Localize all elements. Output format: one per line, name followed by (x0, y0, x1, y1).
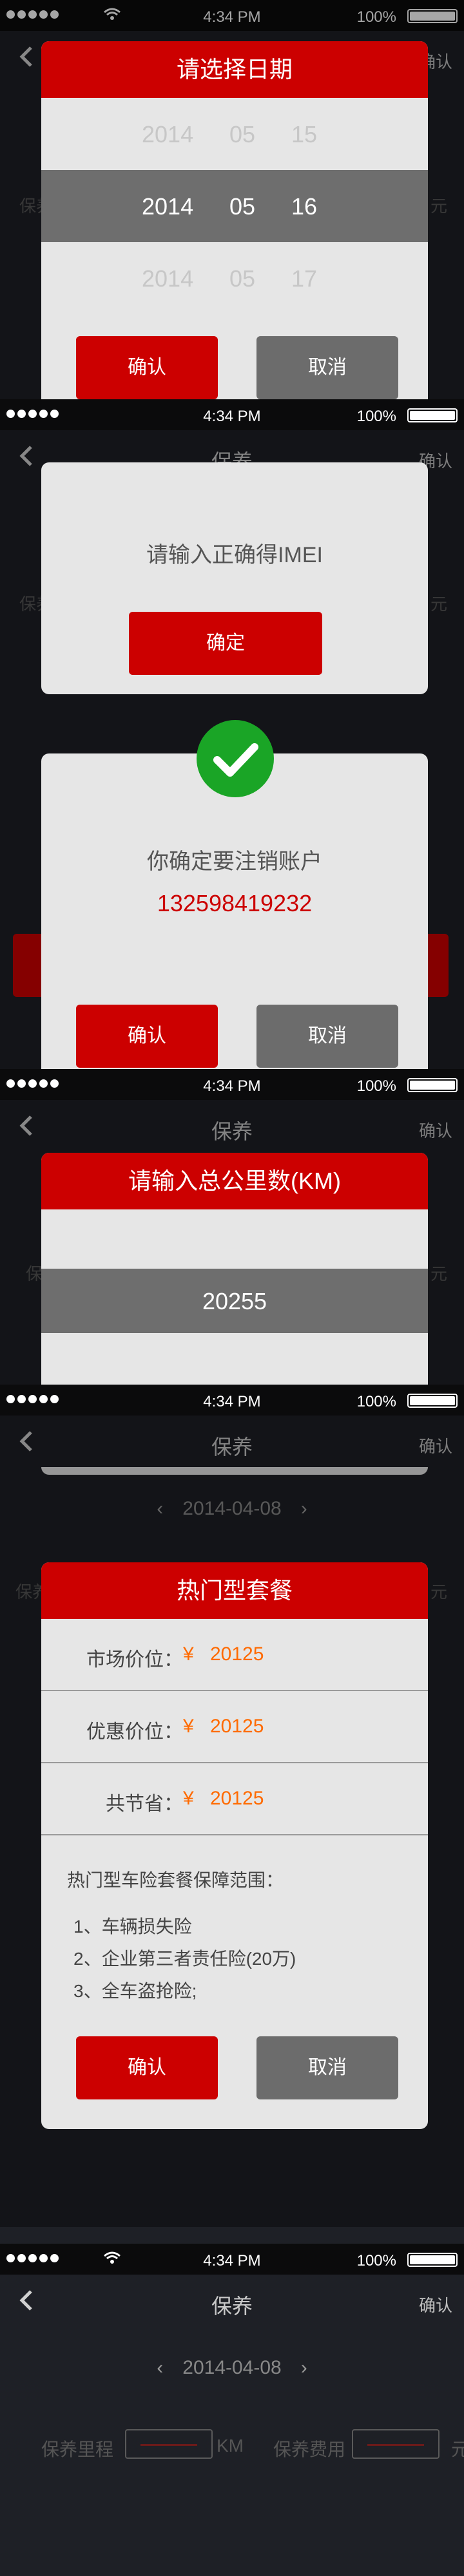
price-row: 优惠价位： ¥ 20125 (41, 1691, 428, 1763)
price-value: 20125 (210, 1643, 264, 1665)
confirm-button[interactable]: 确认 (76, 336, 218, 399)
battery-icon (407, 408, 458, 422)
dialog-title: 请输入总公里数(KM) (41, 1153, 428, 1209)
ok-button[interactable]: 确定 (129, 612, 322, 675)
nav-confirm-button[interactable]: 确认 (419, 2293, 452, 2316)
picker-row[interactable]: 2014 05 15 (41, 98, 428, 170)
imei-message: 请输入正确得IMEI (146, 543, 323, 567)
package-dialog: 热门型套餐 市场价位： ¥ 20125 优惠价位： ¥ 20125 共节省： ¥… (41, 1562, 428, 2129)
battery-icon (407, 2253, 458, 2267)
phone-number: 132598419232 (157, 890, 313, 916)
currency-symbol: ¥ (183, 1788, 194, 1809)
battery-text: 100% (356, 408, 396, 425)
battery-text: 100% (356, 2252, 396, 2269)
picker-year: 2014 (142, 265, 194, 292)
price-label: 共节省： (106, 1794, 183, 1815)
status-bar: 4:34 PM 100% (0, 399, 464, 430)
battery-text: 100% (356, 1077, 396, 1095)
date-selector[interactable]: ‹ 2014-04-08 › (0, 2357, 464, 2379)
picker-row[interactable]: 2014 05 17 (41, 242, 428, 314)
picker-row[interactable] (41, 1209, 428, 1269)
date-text: 2014-04-08 (182, 2357, 282, 2378)
prev-date-icon[interactable]: ‹ (157, 2357, 163, 2378)
imei-dialog: 请输入正确得IMEI 确定 (41, 462, 428, 694)
cost-input[interactable] (352, 2429, 440, 2459)
cancel-button[interactable]: 取消 (256, 2036, 398, 2099)
picker-year: 2014 (142, 121, 194, 147)
next-date-icon[interactable]: › (301, 2357, 307, 2378)
picker-day: 17 (291, 265, 318, 292)
confirm-button[interactable]: 确认 (76, 1005, 218, 1068)
picker-month: 05 (229, 193, 256, 220)
picker-month: 05 (229, 265, 256, 292)
scope-item: 2、企业第三者责任险(20万) (73, 1949, 296, 1969)
picker-month: 05 (229, 121, 256, 147)
mileage-unit: KM (217, 2436, 244, 2456)
cancel-button[interactable]: 取消 (256, 1005, 398, 1068)
picker-row-selected[interactable]: 2014 05 16 (41, 170, 428, 242)
cost-label: 保养费用 (273, 2439, 346, 2459)
status-bar: 4:34 PM 100% (0, 2244, 464, 2275)
mileage-value: 20255 (202, 1288, 267, 1314)
confirm-button[interactable]: 确认 (76, 2036, 218, 2099)
price-row: 共节省： ¥ 20125 (41, 1763, 428, 1835)
picker-day: 16 (291, 193, 318, 220)
status-bar: 4:34 PM 100% (0, 1069, 464, 1100)
price-row: 市场价位： ¥ 20125 (41, 1619, 428, 1691)
nav-bar: 保养 确认 (0, 2275, 464, 2326)
page-title: 保养 (211, 2295, 253, 2318)
maintenance-fields: 保养里程 KM 保养费用 元 (0, 2429, 464, 2461)
battery-text: 100% (356, 1393, 396, 1410)
price-value: 20125 (210, 1716, 264, 1737)
picker-day: 15 (291, 121, 318, 147)
battery-icon (407, 1394, 458, 1408)
date-picker-dialog: 请选择日期 2014 05 15 2014 05 16 2014 05 17 确… (41, 41, 428, 415)
status-bar: 4:34 PM 100% (0, 1385, 464, 1416)
price-value: 20125 (210, 1788, 264, 1809)
mileage-input[interactable] (125, 2429, 213, 2459)
logout-message: 你确定要注销账户 (147, 849, 322, 874)
logout-dialog: 你确定要注销账户 132598419232 确认 取消 (41, 753, 428, 1088)
currency-symbol: ¥ (183, 1643, 194, 1665)
picker-year: 2014 (142, 193, 194, 220)
success-check-icon (197, 720, 274, 797)
scope-item: 3、全车盗抢险; (73, 1981, 197, 2001)
currency-symbol: ¥ (183, 1716, 194, 1737)
dialog-title: 热门型套餐 (41, 1562, 428, 1619)
cost-unit: 元 (451, 2439, 464, 2459)
battery-icon (407, 1078, 458, 1092)
mileage-label: 保养里程 (41, 2439, 114, 2459)
price-label: 优惠价位： (86, 1721, 183, 1743)
dialog-title: 请选择日期 (41, 41, 428, 98)
mileage-value-row[interactable]: 20255 (41, 1269, 428, 1333)
cancel-button[interactable]: 取消 (256, 336, 398, 399)
scope-item: 1、车辆损失险 (73, 1917, 192, 1937)
scope-title: 热门型车险套餐保障范围： (67, 1870, 284, 1890)
price-label: 市场价位： (86, 1649, 183, 1671)
